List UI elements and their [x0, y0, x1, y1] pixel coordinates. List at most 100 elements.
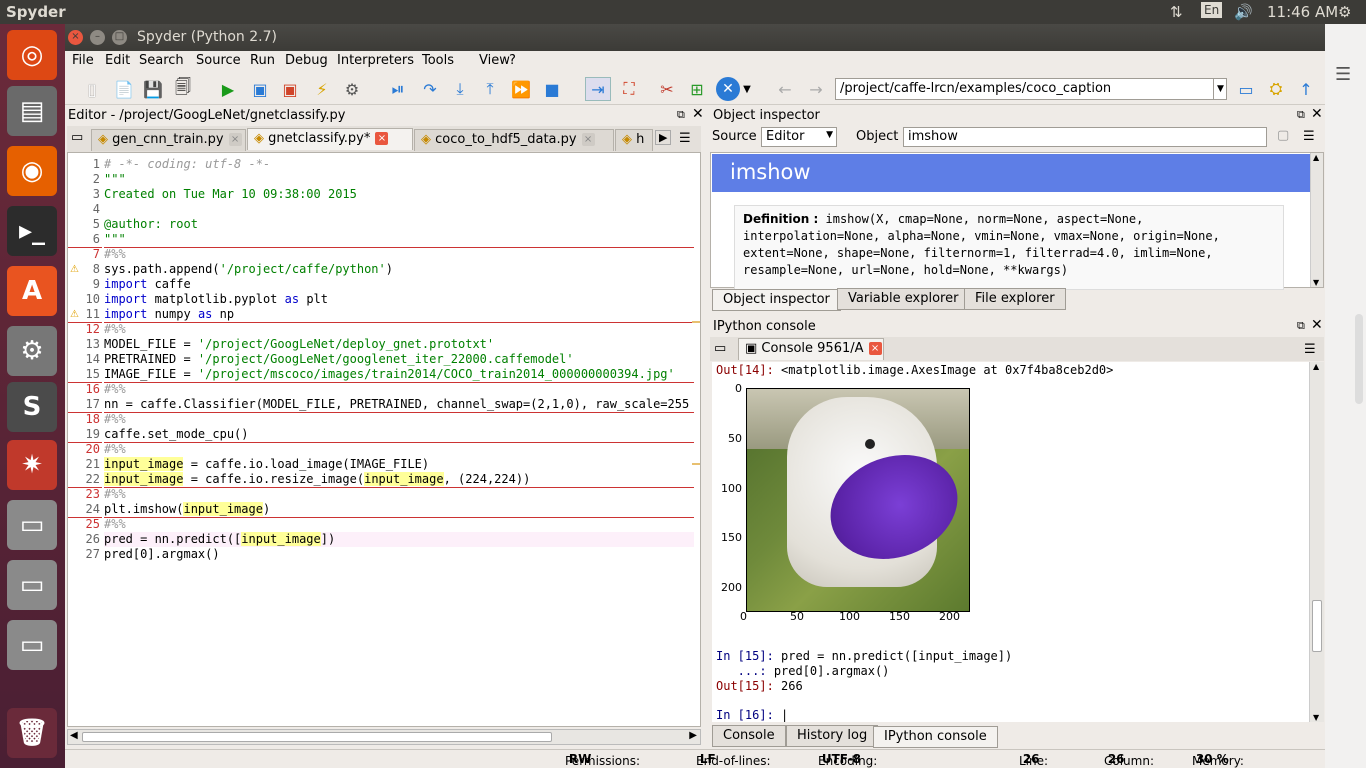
- code-line[interactable]: import matplotlib.pyplot as plt: [104, 292, 328, 307]
- code-line[interactable]: #%%: [104, 247, 126, 262]
- network-icon[interactable]: ⇅: [1170, 3, 1183, 21]
- scroll-up-icon[interactable]: ▲: [1313, 153, 1319, 162]
- source-select[interactable]: Editor ▼: [761, 127, 837, 147]
- ipython-console[interactable]: Out[14]: <matplotlib.image.AxesImage at …: [712, 362, 1310, 722]
- code-line[interactable]: nn = caffe.Classifier(MODEL_FILE, PRETRA…: [104, 397, 689, 412]
- tab-gen-cnn-train[interactable]: ◈ gen_cnn_train.py ×: [91, 129, 246, 151]
- chevron-down-icon[interactable]: ▼: [741, 77, 753, 101]
- tab-console-9561[interactable]: ▣ Console 9561/A ×: [738, 338, 884, 360]
- close-icon[interactable]: ✕: [1311, 317, 1323, 333]
- volume-icon[interactable]: 🔊: [1234, 3, 1253, 21]
- scroll-down-icon[interactable]: ▼: [1313, 713, 1319, 722]
- configure-run-icon[interactable]: ⚙: [339, 77, 365, 101]
- code-line[interactable]: pred[0].argmax(): [104, 547, 220, 562]
- python-icon[interactable]: ⛭: [1263, 77, 1289, 101]
- warning-icon[interactable]: ⚠: [70, 264, 80, 275]
- settings-icon[interactable]: ⚙: [7, 326, 57, 376]
- files-icon[interactable]: ▤: [7, 86, 57, 136]
- code-line[interactable]: input_image = caffe.io.resize_image(inpu…: [104, 472, 530, 487]
- editor-horizontal-scrollbar[interactable]: ◀ ▶: [67, 729, 701, 745]
- tab-file-explorer[interactable]: File explorer: [964, 288, 1066, 310]
- tab-scroll-right-icon[interactable]: ▶: [655, 130, 672, 145]
- close-icon[interactable]: ×: [868, 342, 882, 355]
- tab-object-inspector[interactable]: Object inspector: [712, 289, 841, 311]
- terminal-icon[interactable]: ▸_: [7, 206, 57, 256]
- code-line[interactable]: """: [104, 172, 126, 187]
- browse-tabs-icon[interactable]: ▭: [714, 341, 726, 356]
- code-line[interactable]: plt.imshow(input_image): [104, 502, 270, 517]
- preferences-icon[interactable]: ✂: [654, 77, 680, 101]
- working-directory-field[interactable]: /project/caffe-lrcn/examples/coco_captio…: [835, 78, 1227, 100]
- run-cell-icon[interactable]: ▣: [247, 77, 273, 101]
- chevron-down-icon[interactable]: ▼: [1213, 79, 1227, 99]
- tab-coco-to-hdf5[interactable]: ◈ coco_to_hdf5_data.py ×: [414, 129, 614, 151]
- code-line[interactable]: """: [104, 232, 126, 247]
- sublime-icon[interactable]: S: [7, 382, 57, 432]
- tab-console[interactable]: Console: [712, 725, 786, 747]
- save-icon[interactable]: 💾: [140, 77, 166, 101]
- open-file-icon[interactable]: 📄: [111, 77, 137, 101]
- desktop-scrollbar[interactable]: [1355, 314, 1363, 404]
- menu-help[interactable]: ?: [509, 53, 516, 68]
- inspector-scrollbar[interactable]: ▲ ▼: [1310, 153, 1323, 287]
- save-all-icon[interactable]: 🗐: [170, 77, 196, 101]
- menu-edit[interactable]: Edit: [105, 53, 130, 68]
- undock-icon[interactable]: ⧉: [1297, 108, 1305, 122]
- scroll-right-icon[interactable]: ▶: [689, 730, 697, 741]
- scroll-left-icon[interactable]: ◀: [70, 730, 78, 741]
- code-editor[interactable]: 1 2 3 4 5 6 7 8 ⚠ 9 10 11 ⚠ 12 13 14 15 16 17 18 19 20 21 22 23 2…: [67, 152, 701, 727]
- tab-gnetclassify[interactable]: ◈ gnetclassify.py* ×: [247, 128, 413, 150]
- code-line[interactable]: # -*- coding: utf-8 -*-: [104, 157, 270, 172]
- drive-icon[interactable]: ▭: [7, 620, 57, 670]
- menu-search[interactable]: Search: [139, 53, 184, 68]
- stop-icon[interactable]: ✕: [716, 77, 740, 101]
- run-icon[interactable]: ▶: [215, 77, 241, 101]
- menu-view[interactable]: View: [479, 53, 510, 68]
- code-line[interactable]: #%%: [104, 442, 126, 457]
- drive-icon[interactable]: ▭: [7, 500, 57, 550]
- menu-source[interactable]: Source: [196, 53, 241, 68]
- firefox-icon[interactable]: ◉: [7, 146, 57, 196]
- maximize-icon[interactable]: □: [112, 30, 127, 45]
- close-icon[interactable]: ×: [68, 30, 83, 45]
- trash-icon[interactable]: 🗑: [7, 708, 57, 758]
- scroll-thumb[interactable]: [1312, 600, 1322, 652]
- continue-icon[interactable]: ⏩: [508, 77, 534, 101]
- tab-ipython-console[interactable]: IPython console: [873, 726, 998, 748]
- menu-interpreters[interactable]: Interpreters: [337, 53, 414, 68]
- close-icon[interactable]: ✕: [692, 106, 704, 122]
- code-line[interactable]: @author: root: [104, 217, 198, 232]
- lock-icon[interactable]: ▢: [1277, 128, 1289, 143]
- menu-debug[interactable]: Debug: [285, 53, 328, 68]
- code-line[interactable]: caffe.set_mode_cpu(): [104, 427, 249, 442]
- drive-icon[interactable]: ▭: [7, 560, 57, 610]
- step-return-icon[interactable]: ⤒: [477, 77, 503, 101]
- scroll-down-icon[interactable]: ▼: [1313, 278, 1319, 287]
- new-file-icon[interactable]: ▯: [79, 77, 105, 101]
- step-into-icon[interactable]: ⤓: [447, 77, 473, 101]
- forward-arrow-icon[interactable]: →: [803, 77, 829, 101]
- undock-icon[interactable]: ⧉: [1297, 319, 1305, 333]
- code-line[interactable]: #%%: [104, 322, 126, 337]
- clock[interactable]: 11:46 AM: [1267, 3, 1338, 21]
- code-line[interactable]: import numpy as np: [104, 307, 234, 322]
- code-line[interactable]: #%%: [104, 412, 126, 427]
- ubuntu-dash-icon[interactable]: ◎: [7, 30, 57, 80]
- minimize-icon[interactable]: –: [90, 30, 105, 45]
- code-line[interactable]: #%%: [104, 517, 126, 532]
- options-menu-icon[interactable]: ☰: [679, 131, 691, 146]
- options-menu-icon[interactable]: ☰: [1304, 342, 1316, 357]
- menu-icon[interactable]: ☰: [1335, 64, 1351, 85]
- maximize-pane-icon[interactable]: ⇥: [585, 77, 611, 101]
- gear-icon[interactable]: ⚙: [1338, 3, 1351, 21]
- code-line[interactable]: MODEL_FILE = '/project/GoogLeNet/deploy_…: [104, 337, 494, 352]
- scroll-thumb[interactable]: [82, 732, 552, 742]
- code-line[interactable]: PRETRAINED = '/project/GoogLeNet/googlen…: [104, 352, 574, 367]
- tab-variable-explorer[interactable]: Variable explorer: [837, 288, 970, 310]
- tab-overflow[interactable]: ◈ h: [615, 129, 653, 151]
- step-icon[interactable]: ↷: [417, 77, 443, 101]
- code-line[interactable]: Created on Tue Mar 10 09:38:00 2015: [104, 187, 357, 202]
- code-line[interactable]: #%%: [104, 382, 126, 397]
- warning-icon[interactable]: ⚠: [70, 309, 80, 320]
- software-center-icon[interactable]: A: [7, 266, 57, 316]
